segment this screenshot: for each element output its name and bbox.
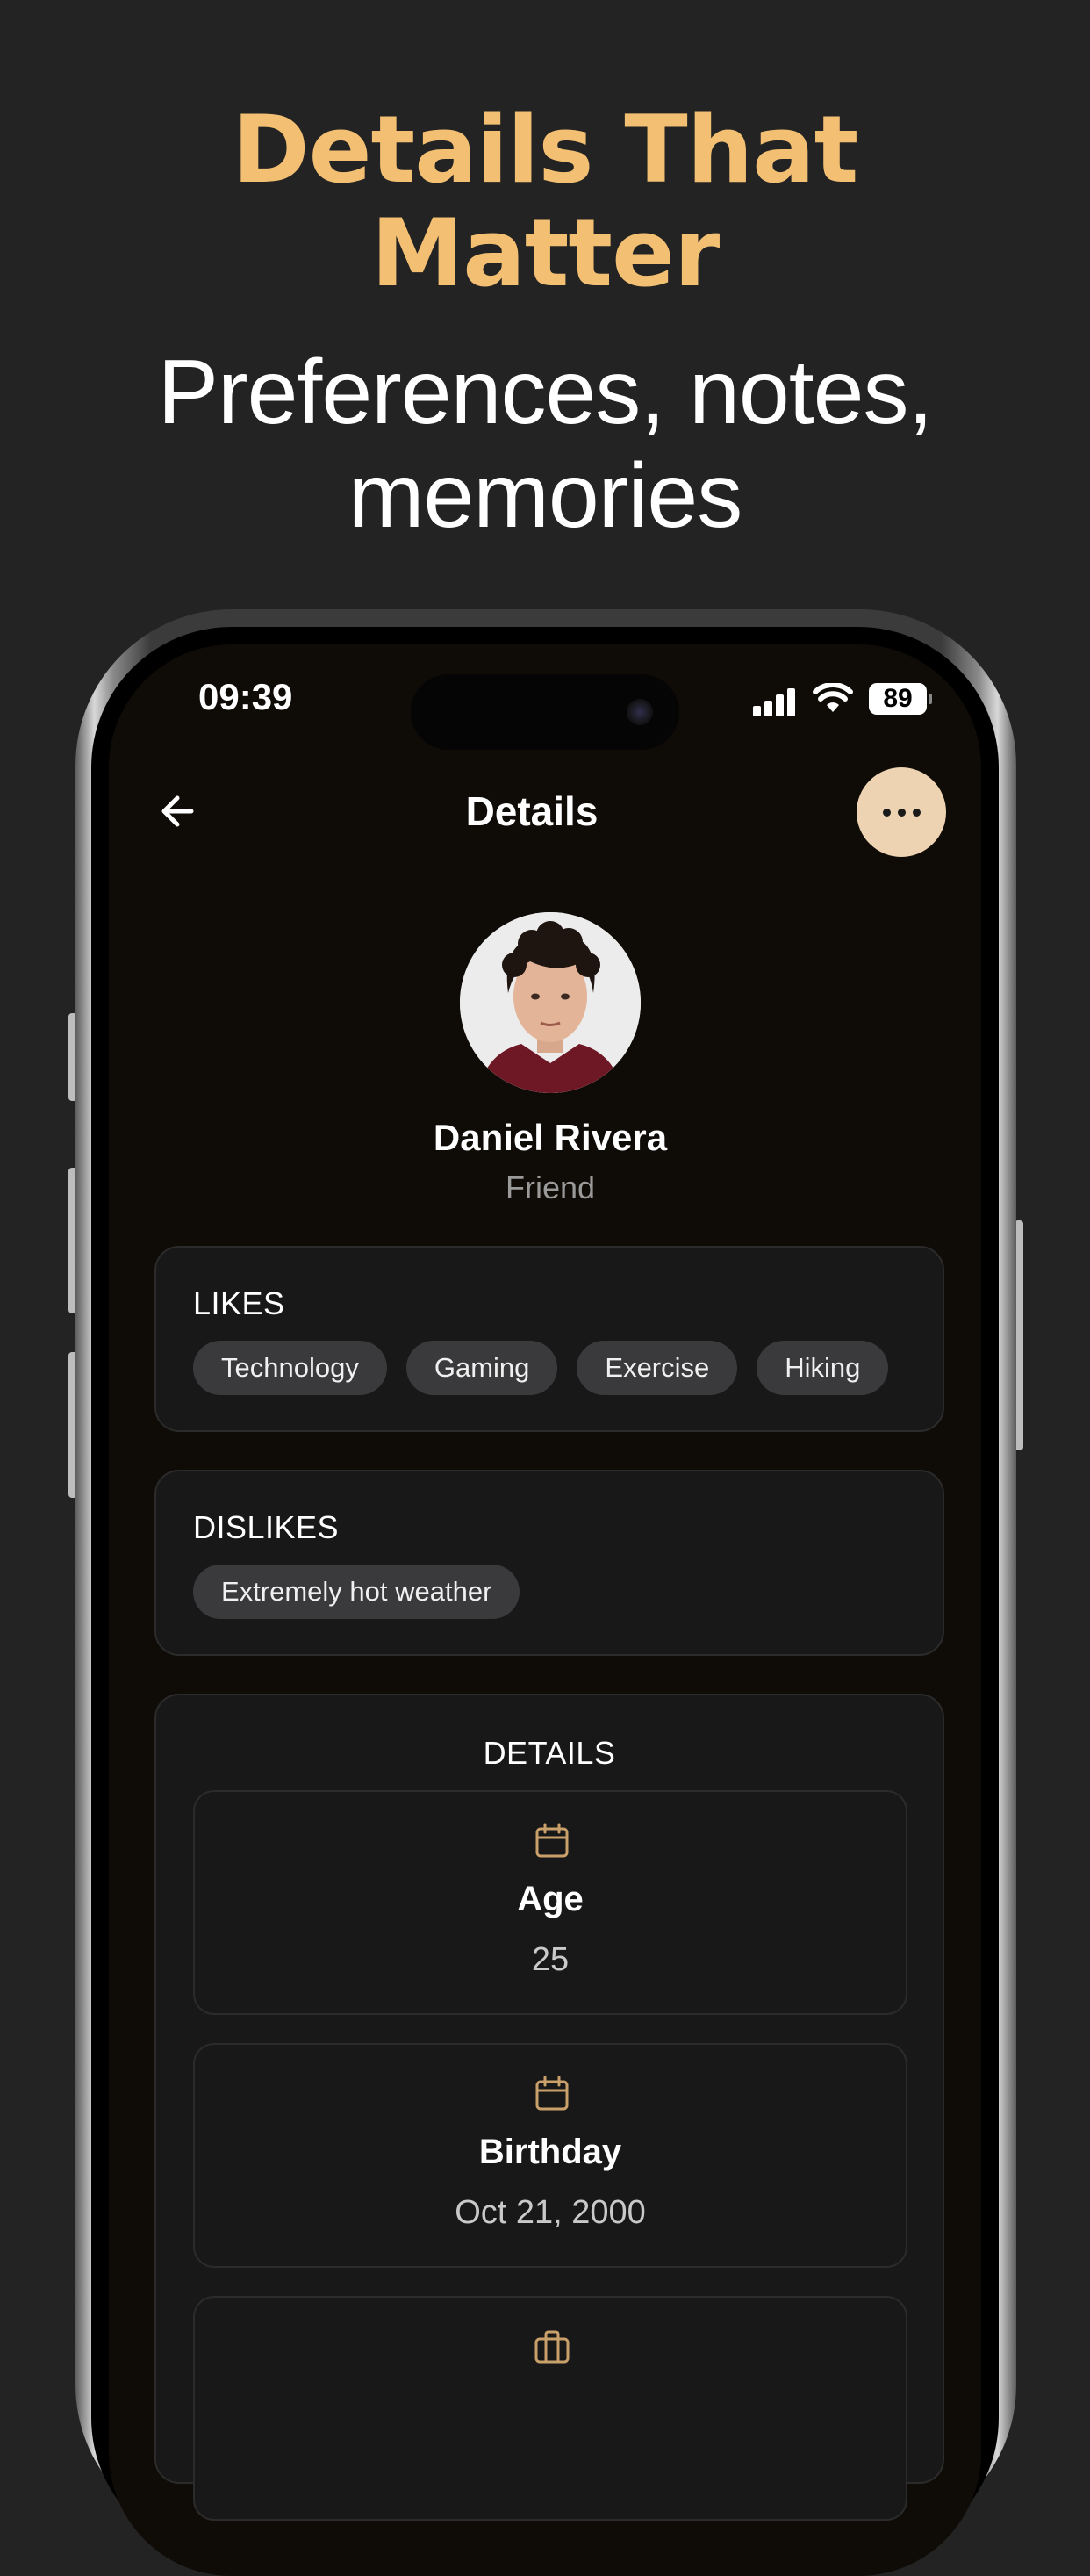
like-chip[interactable]: Exercise	[577, 1341, 738, 1395]
more-horizontal-icon-dot	[897, 808, 906, 817]
detail-label: Birthday	[478, 2133, 622, 2171]
headline-line-2: Matter	[370, 199, 721, 307]
subheadline: Preferences, notes, memories	[0, 341, 1090, 548]
headline-line-1: Details That	[232, 96, 859, 204]
dislikes-card: DISLIKES Extremely hot weather	[154, 1470, 944, 1656]
dislike-chip[interactable]: Extremely hot weather	[193, 1565, 520, 1619]
details-title: DETAILS	[483, 1735, 616, 1771]
profile-name: Daniel Rivera	[433, 1117, 668, 1158]
likes-card: LIKES Technology Gaming Exercise Hiking	[154, 1246, 944, 1432]
more-horizontal-icon	[882, 808, 891, 817]
arrow-left-icon[interactable]	[156, 787, 205, 836]
subheadline-line-2: memories	[348, 445, 743, 547]
calendar-icon	[535, 2076, 569, 2111]
profile-relation: Friend	[505, 1169, 596, 1205]
detail-value: Oct 21, 2000	[455, 2194, 646, 2231]
signal-icon	[753, 688, 797, 716]
avatar	[460, 912, 641, 1093]
wifi-icon	[813, 683, 853, 712]
like-chip[interactable]: Gaming	[405, 1341, 558, 1395]
like-chip[interactable]: Hiking	[757, 1341, 889, 1395]
detail-label: Age	[517, 1880, 584, 1918]
status-time: 09:39	[198, 676, 293, 717]
battery-indicator: 89	[869, 683, 927, 715]
calendar-icon	[535, 1823, 569, 1858]
like-chip[interactable]: Technology	[193, 1341, 387, 1395]
avatar-photo	[460, 912, 641, 1093]
briefcase-icon	[534, 2330, 570, 2364]
more-horizontal-icon-dot	[912, 808, 921, 817]
detail-item-birthday[interactable]: Birthday Oct 21, 2000	[193, 2043, 907, 2268]
camera-lens	[627, 699, 653, 725]
detail-value: 25	[531, 1941, 570, 1978]
detail-item-occupation[interactable]	[193, 2296, 907, 2521]
details-card: DETAILS Age 25 Birthday Oct 21, 2000	[154, 1694, 944, 2521]
more-options-button[interactable]	[857, 767, 946, 857]
dislikes-chips: Extremely hot weather	[193, 1565, 520, 1619]
likes-label: LIKES	[193, 1285, 285, 1321]
detail-item-age[interactable]: Age 25	[193, 1790, 907, 2015]
likes-chips: Technology Gaming Exercise Hiking	[193, 1341, 889, 1395]
page-title: Details	[465, 788, 599, 834]
headline: Details That Matter	[0, 98, 1090, 306]
battery-cap	[929, 694, 932, 704]
dislikes-label: DISLIKES	[193, 1509, 340, 1545]
subheadline-line-1: Preferences, notes,	[157, 342, 934, 443]
